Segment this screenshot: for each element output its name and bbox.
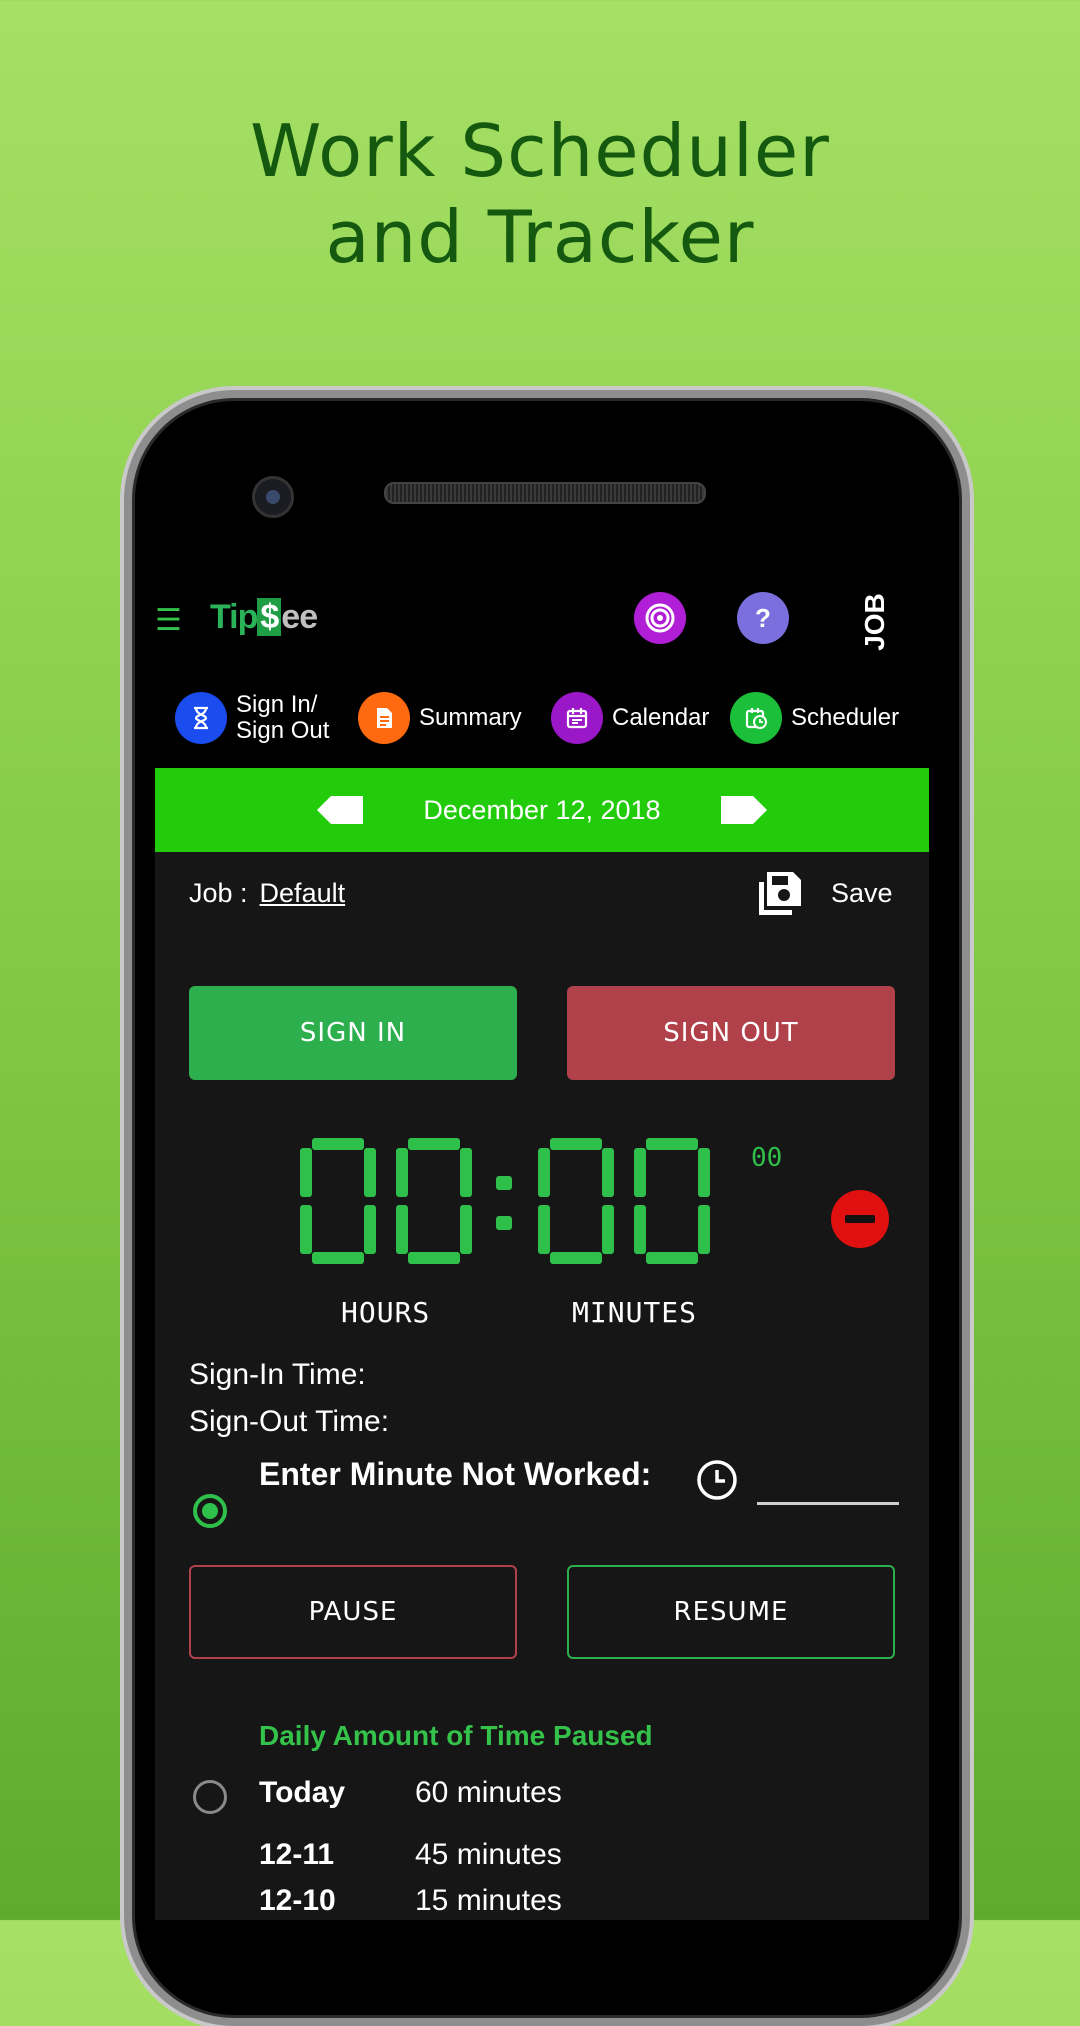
main-panel: December 12, 2018 Job : Default Save SIGN…	[155, 768, 929, 1920]
app-screen: ☰ Tip$ee ? JOB Sign In/Sign Out Summary …	[155, 570, 929, 1920]
paused-row-label-12-10: 12-10	[259, 1884, 336, 1917]
sign-in-button[interactable]: SIGN IN	[189, 986, 517, 1080]
tab-label: Calendar	[612, 704, 710, 731]
save-disk-icon	[759, 872, 801, 915]
tab-calendar[interactable]: Calendar	[551, 688, 709, 748]
resume-button[interactable]: RESUME	[567, 1565, 895, 1659]
timer-digit-1	[396, 1138, 472, 1264]
scheduler-clock-icon	[730, 692, 782, 744]
minus-icon[interactable]	[831, 1190, 889, 1248]
help-icon[interactable]: ?	[737, 592, 789, 644]
timer-digit-3	[634, 1138, 710, 1264]
tab-sign-in-sign-out[interactable]: Sign In/Sign Out	[175, 688, 329, 748]
save-button[interactable]: Save	[755, 868, 893, 918]
timer-colon-bottom	[496, 1216, 512, 1230]
rewards-icon[interactable]	[634, 592, 686, 644]
promo-headline: Work Scheduler and Tracker	[0, 108, 1080, 280]
sign-out-time-label: Sign-Out Time:	[189, 1405, 390, 1438]
minute-not-worked-label: Enter Minute Not Worked:	[259, 1456, 652, 1492]
paused-row-label-12-11: 12-11	[259, 1838, 335, 1871]
sign-in-time-label: Sign-In Time:	[189, 1358, 366, 1391]
hours-label: HOURS	[341, 1296, 431, 1329]
tab-label: Summary	[419, 704, 522, 731]
job-selector: Job : Default	[189, 878, 345, 909]
calendar-icon	[551, 692, 603, 744]
nav-tabs: Sign In/Sign Out Summary Calendar Schedu…	[155, 688, 929, 748]
tab-label-line-2: Sign Out	[236, 717, 330, 744]
timer-seconds: 00	[751, 1143, 783, 1173]
hamburger-menu-icon[interactable]: ☰	[155, 606, 182, 636]
pause-button[interactable]: PAUSE	[189, 1565, 517, 1659]
next-date-arrow-icon[interactable]	[721, 796, 767, 824]
tab-label: Scheduler	[791, 704, 900, 731]
timer-digit-2	[538, 1138, 614, 1264]
timer-digit-0	[300, 1138, 376, 1264]
clock-icon[interactable]	[695, 1458, 739, 1502]
tab-scheduler[interactable]: Scheduler	[730, 688, 899, 748]
save-label: Save	[831, 877, 893, 908]
daily-paused-radio[interactable]	[193, 1780, 227, 1814]
timer-display	[300, 1138, 710, 1264]
front-camera	[252, 476, 294, 518]
tab-label-line-1: Sign In/	[236, 691, 318, 718]
minutes-label: MINUTES	[572, 1296, 698, 1329]
top-bar: ☰ Tip$ee ? JOB	[155, 570, 929, 670]
app-logo: Tip$ee	[210, 598, 318, 636]
hourglass-icon	[175, 692, 227, 744]
paused-row-label-today: Today	[259, 1776, 346, 1809]
promo-line-2: and Tracker	[325, 195, 755, 279]
date-bar: December 12, 2018	[155, 768, 929, 852]
job-button[interactable]: JOB	[845, 592, 905, 652]
minute-not-worked-radio[interactable]	[193, 1494, 227, 1528]
job-value-link[interactable]: Default	[260, 878, 346, 908]
sign-out-button[interactable]: SIGN OUT	[567, 986, 895, 1080]
paused-row-value-today: 60 minutes	[415, 1776, 562, 1809]
document-icon	[358, 692, 410, 744]
job-label: Job :	[189, 878, 248, 908]
paused-row-value-12-11: 45 minutes	[415, 1838, 562, 1871]
paused-row-value-12-10: 15 minutes	[415, 1884, 562, 1917]
tab-summary[interactable]: Summary	[358, 688, 522, 748]
daily-paused-title: Daily Amount of Time Paused	[259, 1720, 653, 1751]
promo-line-1: Work Scheduler	[250, 109, 830, 193]
timer-colon-top	[496, 1176, 512, 1190]
current-date: December 12, 2018	[423, 795, 661, 825]
earpiece-speaker	[384, 482, 706, 504]
minute-not-worked-input[interactable]	[757, 1454, 899, 1505]
